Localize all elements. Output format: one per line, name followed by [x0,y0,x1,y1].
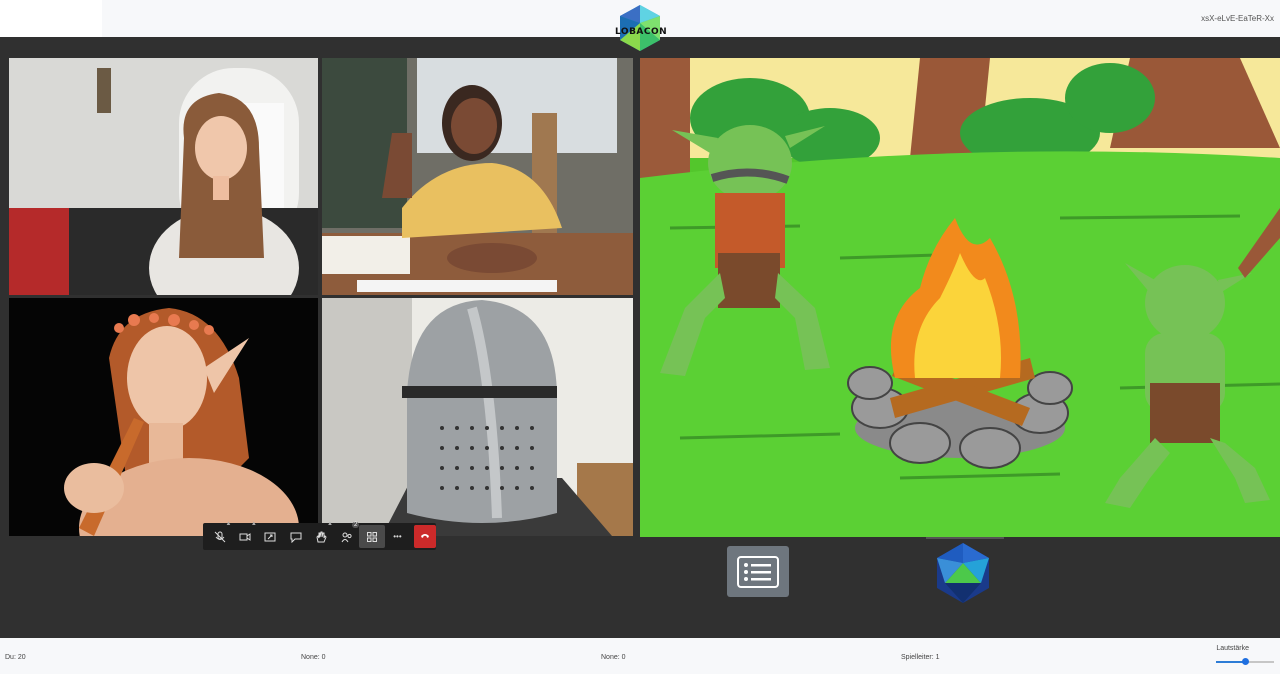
hangup-button[interactable] [414,525,437,548]
participant-elf-video [9,298,318,536]
goblin-campfire-illustration [640,58,1280,537]
status-bar: Du: 20 None: 0 None: 0 Spielleiter: 1 La… [0,638,1280,674]
chevron-up-icon[interactable]: ▲ [225,521,231,527]
none-count-2: None: 0 [601,654,626,661]
call-toolbar: ▲ ▲ ▲ 2 ••• [203,521,437,550]
game-scene-image[interactable] [640,58,1280,537]
microphone-muted-icon [214,531,226,542]
chat-icon [290,532,302,543]
grid-icon [367,531,378,542]
participants-button[interactable]: 2 [334,522,360,548]
d20-dice-icon [937,543,989,603]
volume-label: Lautstärke [1216,645,1249,652]
tile-view-button[interactable] [359,525,385,548]
du-count: Du: 20 [5,654,26,661]
video-tile-3[interactable] [9,298,318,536]
hand-icon [316,531,327,542]
video-tile-4[interactable] [322,298,633,536]
mic-button[interactable]: ▲ [207,521,232,548]
menu-list-button[interactable] [727,546,789,597]
chevron-up-icon[interactable]: ▲ [327,521,333,527]
list-icon [737,555,779,588]
phone-hangup-icon [421,533,430,538]
video-tile-2[interactable] [322,58,633,295]
none-count-1: None: 0 [301,654,326,661]
share-screen-button[interactable] [258,525,283,548]
volume-slider[interactable] [1216,658,1274,665]
camera-icon [239,532,251,541]
raise-hand-button[interactable]: ▲ [309,521,334,548]
logo-text: LOBACON [615,27,668,37]
camera-button[interactable]: ▲ [232,521,257,548]
chat-button[interactable] [283,525,308,548]
lobacon-logo: LOBACON [615,3,668,53]
volume-slider-thumb[interactable] [1241,658,1249,665]
scene-divider [926,537,1004,539]
participant-girl-video [322,58,633,295]
participant-knight-video [322,298,633,536]
chevron-up-icon[interactable]: ▲ [251,521,257,527]
top-left-panel [0,0,102,37]
more-button[interactable]: ••• [385,525,410,548]
dice-button[interactable] [933,541,993,605]
video-tile-1[interactable] [9,58,318,295]
volume-slider-fill [1216,661,1245,663]
participants-count-badge: 2 [352,522,360,528]
spielleiter-count: Spielleiter: 1 [901,654,940,661]
participants-icon [341,532,352,542]
participant-woman-video [9,58,318,295]
more-icon: ••• [393,532,402,541]
screen-share-icon [264,532,276,541]
username-label: xsX-eLvE-EaTeR-Xx [1201,14,1274,23]
